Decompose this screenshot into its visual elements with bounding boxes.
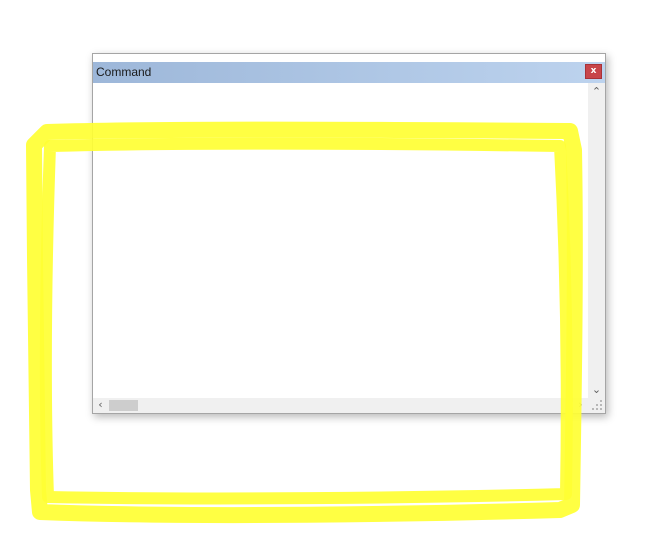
horizontal-scrollbar[interactable]: ‹ › — [93, 398, 588, 413]
screenshot-canvas: Command x ⌃ ⌄ ‹ › — [0, 0, 654, 548]
scroll-left-icon[interactable]: ‹ — [93, 397, 108, 412]
scroll-down-icon[interactable]: ⌄ — [588, 381, 605, 398]
vertical-scrollbar[interactable]: ⌃ ⌄ — [588, 83, 605, 398]
close-icon: x — [590, 66, 597, 76]
command-window: Command x ⌃ ⌄ ‹ › — [92, 53, 606, 414]
close-button[interactable]: x — [585, 64, 602, 79]
scroll-right-icon[interactable]: › — [573, 397, 588, 412]
title-bar[interactable]: Command x — [93, 62, 605, 83]
horizontal-scroll-thumb[interactable] — [109, 400, 138, 411]
scroll-up-icon[interactable]: ⌃ — [588, 83, 605, 100]
command-output-area[interactable] — [93, 83, 588, 398]
resize-grip-icon[interactable] — [588, 398, 605, 413]
window-title: Command — [96, 65, 152, 79]
